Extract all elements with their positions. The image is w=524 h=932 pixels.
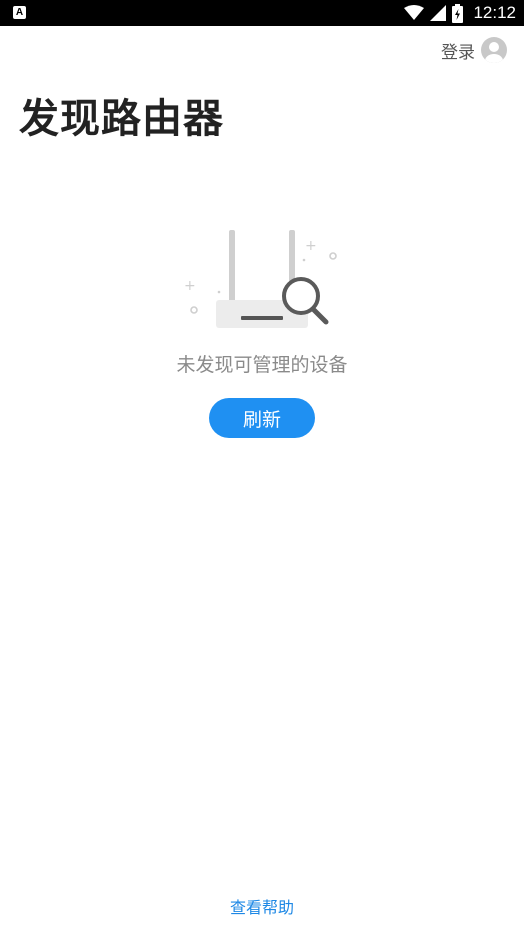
status-bar: A 12:12 xyxy=(0,0,524,26)
help-link[interactable]: 查看帮助 xyxy=(0,894,524,918)
user-avatar-icon xyxy=(481,37,507,63)
router-search-icon: + + xyxy=(184,230,337,328)
battery-charging-icon xyxy=(452,3,464,23)
login-label: 登录 xyxy=(441,42,475,63)
empty-state-message: 未发现可管理的设备 xyxy=(176,354,348,376)
refresh-label: 刷新 xyxy=(242,408,281,431)
notification-app-icon: A xyxy=(13,6,26,19)
refresh-button[interactable]: 刷新 xyxy=(209,398,315,438)
signal-icon xyxy=(430,5,447,21)
svg-text:+: + xyxy=(305,238,317,254)
page-title: 发现路由器 xyxy=(19,96,224,142)
svg-text:+: + xyxy=(184,278,196,294)
status-icons: 12:12 xyxy=(404,0,516,26)
status-time: 12:12 xyxy=(473,3,516,22)
login-button[interactable]: 登录 xyxy=(441,36,507,64)
wifi-icon xyxy=(404,5,425,20)
